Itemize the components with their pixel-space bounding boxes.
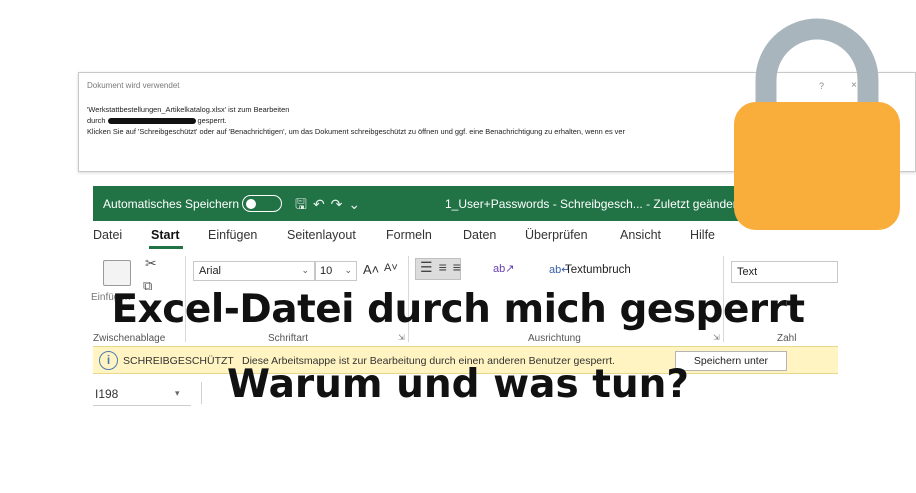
group-label-clipboard: Zwischenablage: [93, 333, 166, 344]
font-size-value: 10: [320, 265, 333, 277]
headline-line-1: Excel-Datei durch mich gesperrt: [111, 287, 805, 332]
headline-line-2: Warum und was tun?: [226, 362, 690, 407]
tab-einfuegen[interactable]: Einfügen: [208, 228, 257, 242]
align-bottom-icon[interactable]: ≡: [453, 259, 467, 275]
dialog-launcher-icon[interactable]: ⇲: [713, 333, 720, 342]
font-size-select[interactable]: 10 ⌄: [315, 261, 357, 281]
quick-access-toolbar[interactable]: 🖫↶↷⌄: [295, 194, 366, 218]
title-bar: Automatisches Speichern 🖫↶↷⌄ 1_User+Pass…: [93, 186, 838, 221]
chevron-down-icon: ⌄: [301, 265, 309, 275]
tab-ansicht[interactable]: Ansicht: [620, 228, 661, 242]
shrink-font-button[interactable]: A˅: [384, 262, 398, 274]
align-top-icon[interactable]: ☰: [420, 259, 439, 275]
dialog-message-line1: 'Werkstattbestellungen_Artikelkatalog.xl…: [87, 105, 290, 114]
group-label-font: Schriftart: [268, 333, 309, 344]
group-label-alignment: Ausrichtung: [528, 333, 581, 344]
document-title: 1_User+Passwords - Schreibgesch... - Zul…: [445, 197, 741, 211]
dialog-message-line3: Klicken Sie auf 'Schreibgeschützt' oder …: [87, 127, 625, 136]
toggle-knob: [246, 198, 256, 209]
font-name-value: Arial: [199, 265, 222, 277]
tab-datei[interactable]: Datei: [93, 228, 122, 242]
redacted-username: [107, 118, 196, 125]
customize-icon[interactable]: ⌄: [348, 196, 366, 212]
dialog-title: Dokument wird verwendet: [87, 81, 180, 90]
undo-icon[interactable]: ↶: [313, 196, 331, 212]
number-format-value: Text: [737, 266, 758, 278]
chevron-down-icon: ⌄: [344, 265, 352, 275]
save-icon[interactable]: 🖫: [295, 196, 313, 212]
autosave-toggle[interactable]: [242, 195, 282, 212]
cut-icon[interactable]: ✂: [145, 255, 157, 272]
dialog-message: 'Werkstattbestellungen_Artikelkatalog.xl…: [87, 104, 625, 137]
grow-font-button[interactable]: A˄: [363, 262, 379, 277]
autosave-label: Automatisches Speichern: [103, 197, 240, 211]
paste-icon[interactable]: [103, 260, 131, 286]
group-label-number: Zahl: [777, 333, 797, 344]
active-tab-indicator: [149, 246, 183, 249]
orientation-icon[interactable]: ab↗: [493, 262, 514, 275]
wrap-text-button[interactable]: Textumbruch: [565, 264, 631, 276]
tab-seitenlayout[interactable]: Seitenlayout: [287, 228, 356, 242]
tab-formeln[interactable]: Formeln: [386, 228, 432, 242]
dialog-line2-suffix: gesperrt.: [197, 116, 227, 125]
ribbon-tabs: Datei Start Einfügen Seitenlayout Formel…: [93, 224, 838, 250]
dialog-line2-prefix: durch: [87, 116, 106, 125]
number-format-select[interactable]: Text: [731, 261, 838, 283]
align-middle-icon[interactable]: ≡: [439, 259, 453, 275]
tab-start[interactable]: Start: [151, 228, 179, 242]
dialog-launcher-icon[interactable]: ⇲: [398, 333, 405, 342]
tab-daten[interactable]: Daten: [463, 228, 496, 242]
dialog-message-line2: durch gesperrt.: [87, 115, 625, 126]
redo-icon[interactable]: ↷: [331, 196, 349, 212]
vertical-align-buttons[interactable]: ☰≡≡: [420, 259, 467, 276]
padlock-icon: [734, 18, 900, 230]
tab-ueberpruefen[interactable]: Überprüfen: [525, 228, 588, 242]
font-name-select[interactable]: Arial ⌄: [193, 261, 315, 281]
tab-hilfe[interactable]: Hilfe: [690, 228, 715, 242]
